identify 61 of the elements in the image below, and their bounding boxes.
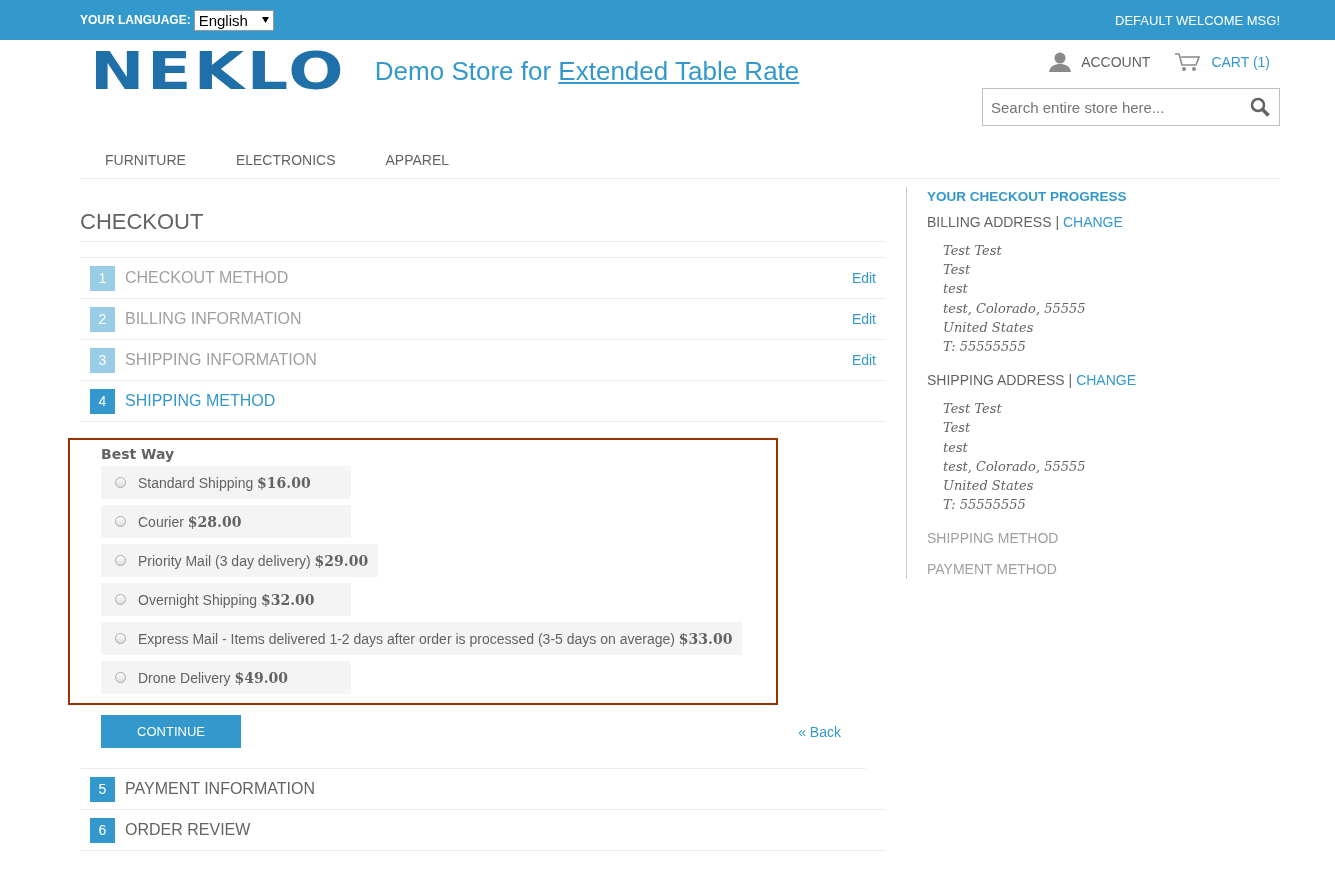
radio-button[interactable] — [115, 594, 126, 605]
shipping-option[interactable]: Courier $28.00 — [101, 505, 351, 538]
change-link[interactable]: CHANGE — [1076, 372, 1137, 389]
cart-icon — [1174, 52, 1202, 72]
shipping-option[interactable]: Drone Delivery $49.00 — [101, 661, 351, 694]
option-label: Standard Shipping $16.00 — [138, 474, 311, 491]
store-tagline: Demo Store for Extended Table Rate — [374, 55, 800, 87]
section-title: SHIPPING ADDRESS — [927, 372, 1065, 389]
step-number: 4 — [90, 388, 115, 414]
address-text: Test Test Test test test, Colorado, 55555 United States T: 55555555 — [942, 242, 1087, 356]
page-title: CHECKOUT — [80, 209, 886, 242]
edit-link[interactable]: Edit — [851, 270, 876, 286]
back-link[interactable]: « Back — [798, 723, 841, 740]
language-label: YOUR LANGUAGE: — [80, 13, 191, 27]
shipping-option[interactable]: Standard Shipping $16.00 — [101, 466, 351, 499]
continue-button[interactable]: CONTINUE — [101, 715, 241, 748]
section-title: BILLING ADDRESS — [927, 214, 1052, 230]
separator: | — [1068, 372, 1073, 389]
shipping-option[interactable]: Overnight Shipping $32.00 — [101, 583, 351, 616]
nav-item[interactable]: ELECTRONICS — [210, 152, 361, 168]
step-title: ORDER REVIEW — [125, 821, 252, 839]
edit-link[interactable]: Edit — [851, 352, 876, 368]
nav-item[interactable]: FURNITURE — [80, 152, 211, 168]
store-logo[interactable]: NEKLO — [90, 45, 347, 97]
step-number: 3 — [90, 347, 115, 373]
step-title: SHIPPING METHOD — [125, 392, 277, 410]
step-number: 1 — [90, 265, 115, 291]
cart-link[interactable]: CART (1) — [1174, 52, 1270, 72]
tagline-link[interactable]: Extended Table Rate — [558, 55, 800, 86]
language-select[interactable]: English — [193, 9, 274, 31]
section-title: PAYMENT METHOD — [927, 561, 1058, 578]
carrier-name: Best Way — [101, 446, 176, 462]
edit-link[interactable]: Edit — [851, 311, 876, 327]
option-label: Courier $28.00 — [138, 513, 242, 530]
shipping-option[interactable]: Priority Mail (3 day delivery) $29.00 — [101, 544, 379, 577]
radio-button[interactable] — [115, 633, 126, 644]
step-number: 6 — [90, 817, 115, 843]
radio-button[interactable] — [115, 672, 126, 683]
option-label: Priority Mail (3 day delivery) $29.00 — [138, 552, 369, 569]
search-field[interactable]: Search entire store here... — [982, 88, 1280, 126]
progress-title: YOUR CHECKOUT PROGRESS — [927, 188, 1128, 204]
address-text: Test Test Test test test, Colorado, 55555 United States T: 55555555 — [942, 400, 1087, 515]
step-number: 5 — [90, 776, 115, 802]
shipping-option[interactable]: Express Mail - Items delivered 1-2 days after order is processed (3-5 days on average) $33.00 — [101, 622, 743, 655]
option-label: Overnight Shipping $32.00 — [138, 591, 315, 608]
change-link[interactable]: CHANGE — [1062, 214, 1123, 230]
separator: | — [1055, 214, 1060, 230]
caret-icon — [261, 17, 269, 23]
step-number: 2 — [90, 306, 115, 332]
radio-button[interactable] — [115, 555, 126, 566]
nav-item[interactable]: APPAREL — [360, 152, 474, 168]
search-icon[interactable] — [1250, 97, 1270, 117]
account-link[interactable]: ACCOUNT — [1049, 52, 1151, 72]
radio-button[interactable] — [115, 516, 126, 527]
step-title: PAYMENT INFORMATION — [125, 780, 316, 798]
welcome-message: DEFAULT WELCOME MSG! — [1115, 12, 1280, 28]
option-label: Drone Delivery $49.00 — [138, 669, 289, 686]
radio-button[interactable] — [115, 477, 126, 488]
section-title: SHIPPING METHOD — [927, 530, 1060, 547]
option-label: Express Mail - Items delivered 1-2 days after order is processed (3-5 days on average) $33.00 — [138, 630, 733, 647]
person-icon — [1049, 52, 1072, 72]
